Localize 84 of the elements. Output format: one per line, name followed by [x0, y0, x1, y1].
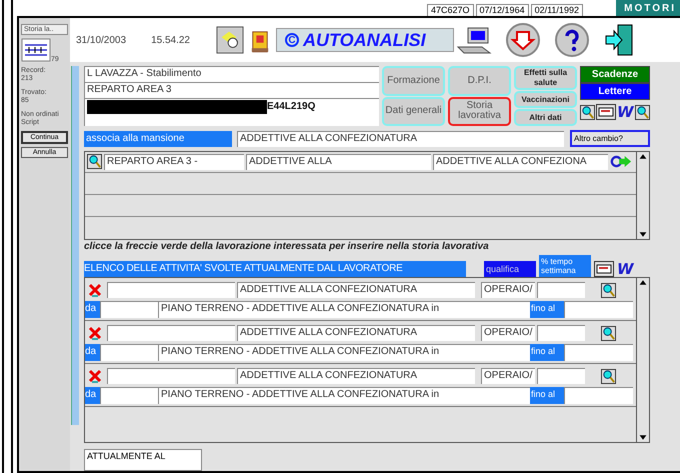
- from-label: da: [85, 344, 100, 362]
- scrollbar[interactable]: [636, 278, 649, 442]
- copyright-mark: C: [285, 33, 299, 47]
- task-field[interactable]: ADDETTIVE ALLA CONFEZIONATURA: [237, 368, 475, 384]
- percent-field[interactable]: [537, 368, 585, 384]
- department-field[interactable]: REPARTO AREA 3: [84, 82, 379, 98]
- table-cell: 47C627O: [427, 4, 474, 16]
- location-field[interactable]: PIANO TERRENO - ADDETTIVE ALLA CONFEZIONATURA in: [158, 301, 530, 318]
- time-text: 15.54.22: [151, 34, 190, 46]
- date-text: 31/10/2003: [76, 34, 126, 46]
- to-label: fino al: [530, 344, 564, 362]
- tab[interactable]: Storia lavorativa: [448, 96, 511, 126]
- tab[interactable]: Formazione: [382, 66, 445, 96]
- printer-icon[interactable]: [596, 104, 616, 120]
- scrollbar[interactable]: [636, 152, 649, 239]
- magnifier-icon[interactable]: [580, 104, 595, 120]
- delete-icon[interactable]: [88, 283, 102, 298]
- qualification-field[interactable]: OPERAIO/: [481, 368, 535, 384]
- from-label: da: [85, 387, 100, 404]
- scroll-up-icon[interactable]: [637, 152, 649, 161]
- job-cell: ADDETTIVE ALLA CONFEZIONA: [433, 154, 608, 170]
- column-header: qualifica: [484, 261, 536, 278]
- qualification-field[interactable]: OPERAIO/: [481, 325, 535, 342]
- word-icon[interactable]: W: [617, 104, 634, 120]
- magnifier-icon[interactable]: [87, 154, 102, 170]
- printer-icon[interactable]: [594, 261, 614, 278]
- list-title: ELENCO DELLE ATTIVITA' SVOLTE ATTUALMENTE DAL LAVORATORE: [84, 261, 466, 278]
- date-field[interactable]: [100, 301, 158, 318]
- from-label: da: [85, 301, 100, 318]
- task-cell: ADDETTIVE ALLA: [246, 154, 431, 170]
- tab[interactable]: Vaccinazioni: [514, 91, 577, 108]
- input-field[interactable]: [107, 325, 235, 342]
- department-cell: REPARTO AREA 3 -: [104, 154, 244, 170]
- task-field[interactable]: ADDETTIVE ALLA CONFEZIONATURA: [237, 325, 475, 342]
- date-field[interactable]: [564, 344, 633, 362]
- download-icon[interactable]: [505, 22, 541, 58]
- qualification-field[interactable]: OPERAIO/: [481, 282, 535, 298]
- date-field[interactable]: [100, 387, 158, 404]
- instruction-text: clicce la freccie verde della lavorazione interessata per inserire nella storia lavorativa: [84, 240, 490, 253]
- scroll-down-icon[interactable]: [637, 230, 649, 239]
- logo-text: AUTOANALISI: [303, 30, 426, 50]
- column-header: % tempo settimana: [539, 255, 591, 278]
- table-cell: 02/11/1992: [530, 4, 583, 16]
- table-cell: 07/12/1964: [476, 4, 529, 16]
- change-button[interactable]: Altro cambio?: [570, 130, 650, 148]
- company-field[interactable]: L LAVAZZA - Stabilimento: [84, 66, 379, 82]
- to-label: fino al: [530, 387, 564, 404]
- location-field[interactable]: PIANO TERRENO - ADDETTIVE ALLA CONFEZIONATURA in: [158, 344, 530, 362]
- input-field[interactable]: [107, 282, 235, 298]
- job-field[interactable]: ADDETTIVE ALLA CONFEZIONATURA: [237, 130, 564, 147]
- banner: MOTORI: [616, 0, 680, 16]
- word-icon[interactable]: W: [617, 261, 634, 278]
- input-field[interactable]: [107, 368, 235, 384]
- tab[interactable]: Altri dati: [514, 109, 577, 126]
- fiscal-code-text: E44L219Q: [267, 100, 316, 114]
- task-field[interactable]: ADDETTIVE ALLA CONFEZIONATURA: [237, 282, 475, 298]
- percent-field[interactable]: [537, 325, 585, 342]
- to-label: fino al: [530, 301, 564, 318]
- delete-icon[interactable]: [88, 369, 102, 384]
- scroll-down-icon[interactable]: [637, 433, 649, 442]
- assign-label: associa alla mansione: [84, 130, 232, 147]
- tab[interactable]: Effetti sulla salute: [514, 66, 577, 90]
- tab[interactable]: D.P.I.: [448, 66, 511, 96]
- location-field[interactable]: PIANO TERRENO - ADDETTIVE ALLA CONFEZIONATURA in: [158, 387, 530, 404]
- magnifier-icon[interactable]: [601, 368, 616, 384]
- magnifier-icon[interactable]: [634, 104, 650, 120]
- date-field[interactable]: [100, 344, 158, 362]
- fiscal-code-field[interactable]: E44L219Q: [84, 98, 379, 126]
- date-field[interactable]: [564, 387, 633, 404]
- nav-button[interactable]: Scadenze: [580, 66, 650, 83]
- folder-icon[interactable]: [216, 26, 244, 54]
- magnifier-icon[interactable]: [601, 326, 616, 341]
- nav-button[interactable]: Lettere: [580, 83, 650, 100]
- date-field[interactable]: [564, 301, 633, 318]
- delete-icon[interactable]: [88, 326, 102, 340]
- percent-field[interactable]: [537, 282, 585, 298]
- status-field: ATTUALMENTE AL: [84, 449, 202, 471]
- arrow-icon[interactable]: [610, 155, 632, 168]
- computer-icon[interactable]: [456, 25, 492, 55]
- tab[interactable]: Dati generali: [382, 96, 445, 126]
- book-icon[interactable]: [21, 37, 51, 63]
- magnifier-icon[interactable]: [601, 282, 616, 298]
- scroll-up-icon[interactable]: [637, 278, 649, 288]
- help-icon[interactable]: [554, 22, 590, 58]
